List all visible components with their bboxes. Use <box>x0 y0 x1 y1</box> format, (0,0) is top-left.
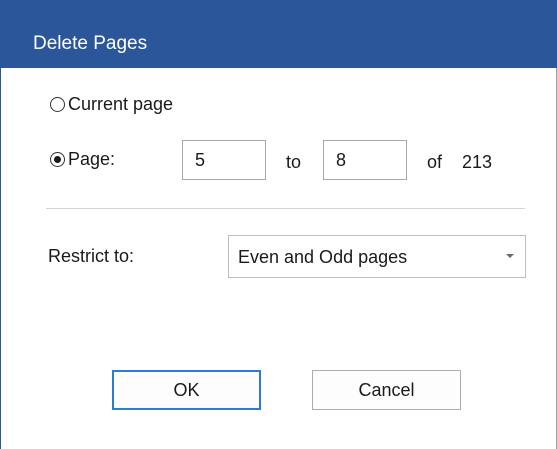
current-page-label: Current page <box>68 94 174 114</box>
to-page-input[interactable] <box>323 140 407 180</box>
dialog-titlebar: Delete Pages <box>1 0 557 68</box>
cancel-button[interactable]: Cancel <box>312 370 461 410</box>
of-label: of <box>427 152 443 172</box>
current-page-radio-circle[interactable] <box>50 97 65 112</box>
ok-button[interactable]: OK <box>112 370 261 410</box>
current-page-radio[interactable]: Current page <box>50 94 173 115</box>
page-range-label: Page: <box>68 149 116 169</box>
page-range-radio-circle[interactable] <box>50 152 65 167</box>
page-range-radio[interactable]: Page: <box>50 149 115 170</box>
restrict-to-selected-value: Even and Odd pages <box>238 247 408 267</box>
from-page-input[interactable] <box>182 140 266 180</box>
dialog-body: Current page Page: to of 213 Restrict to… <box>1 68 557 449</box>
restrict-to-select[interactable]: Even and Odd pages <box>228 235 526 278</box>
total-pages-count: 213 <box>462 152 493 172</box>
restrict-to-label: Restrict to: <box>48 246 135 266</box>
dialog-title: Delete Pages <box>33 33 148 54</box>
chevron-down-icon[interactable] <box>506 254 514 258</box>
delete-pages-dialog: Delete Pages Current page Page: to of 21… <box>0 0 557 449</box>
to-label: to <box>286 152 302 172</box>
section-divider <box>46 208 525 209</box>
